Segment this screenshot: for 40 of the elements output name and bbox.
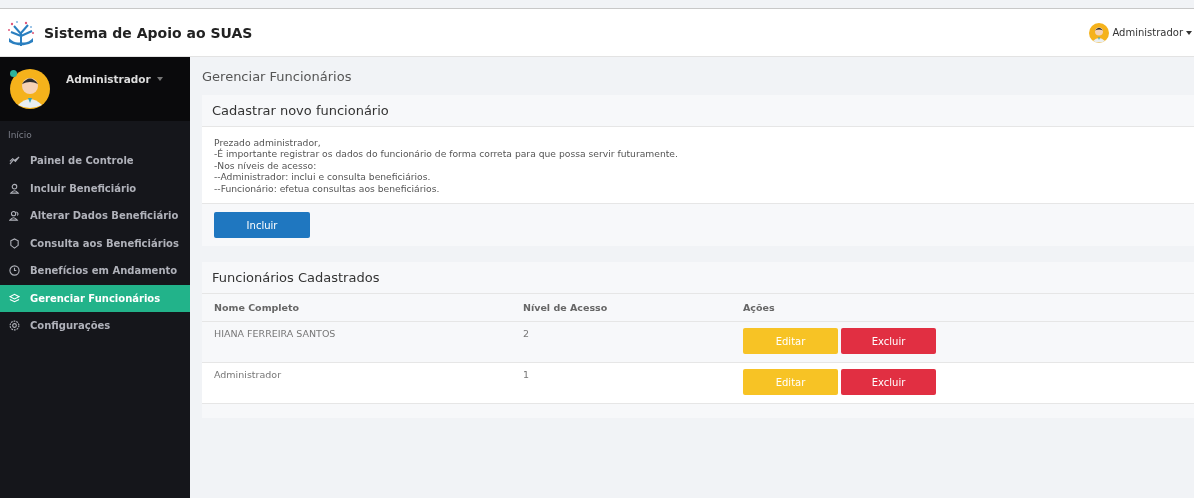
table-cell: 2 bbox=[511, 321, 731, 363]
avatar-icon bbox=[10, 69, 50, 109]
sidebar-item[interactable]: Consulta aos Beneficiários bbox=[0, 229, 190, 257]
avatar-icon bbox=[1089, 22, 1110, 43]
menu-icon bbox=[9, 155, 20, 167]
panel-title: Cadastrar novo funcionário bbox=[212, 103, 389, 118]
caret-icon bbox=[156, 77, 163, 81]
instruction-text: --Funcionário: efetua consultas aos beneficiários. bbox=[214, 182, 441, 195]
user-menu[interactable]: Administrador bbox=[1089, 22, 1194, 43]
profile-menu[interactable]: Administrador bbox=[60, 72, 169, 86]
sidebar-item[interactable]: Incluir Beneficiário bbox=[0, 174, 190, 202]
sidebar-item[interactable]: Alterar Dados Beneficiário bbox=[0, 202, 190, 230]
sidebar-item[interactable]: Benefícios em Andamento bbox=[0, 257, 190, 285]
column-header: Nome Completo bbox=[202, 294, 511, 322]
sidebar-item[interactable]: Configurações bbox=[0, 312, 190, 340]
section-label: Início bbox=[7, 129, 33, 142]
delete-button[interactable]: Excluir bbox=[841, 328, 936, 355]
column-header: Ações bbox=[731, 294, 1194, 322]
panel-title: Funcionários Cadastrados bbox=[212, 270, 380, 286]
caret-icon bbox=[1186, 30, 1192, 35]
instruction-text: Prezado administrador, bbox=[214, 137, 322, 148]
page-title: Gerenciar Funcionários bbox=[202, 68, 353, 86]
menu-icon bbox=[9, 265, 20, 277]
table-cell: 1 bbox=[511, 362, 731, 404]
instruction-text: -É importante registrar os dados do funcionário de forma correta para que possa servir futuramente. bbox=[214, 148, 679, 160]
include-button[interactable]: Incluir bbox=[214, 212, 310, 239]
instruction-text: -Nos níveis de acesso: bbox=[214, 159, 318, 172]
sidebar-item[interactable]: Painel de Controle bbox=[0, 147, 190, 175]
menu-icon bbox=[9, 237, 20, 249]
instruction-text: --Administrador: inclui e consulta beneficiários. bbox=[214, 171, 432, 183]
table-cell: Administrador bbox=[202, 362, 511, 404]
delete-button[interactable]: Excluir bbox=[841, 369, 936, 396]
logo-icon bbox=[6, 19, 36, 46]
menu-icon bbox=[9, 210, 20, 222]
menu-icon bbox=[9, 292, 20, 304]
table-cell: HIANA FERREIRA SANTOS bbox=[202, 321, 511, 363]
column-header: Nível de Acesso bbox=[511, 294, 731, 322]
menu-icon bbox=[9, 320, 20, 332]
app-title: Sistema de Apoio ao SUAS bbox=[44, 24, 253, 41]
menu-icon bbox=[9, 182, 20, 194]
